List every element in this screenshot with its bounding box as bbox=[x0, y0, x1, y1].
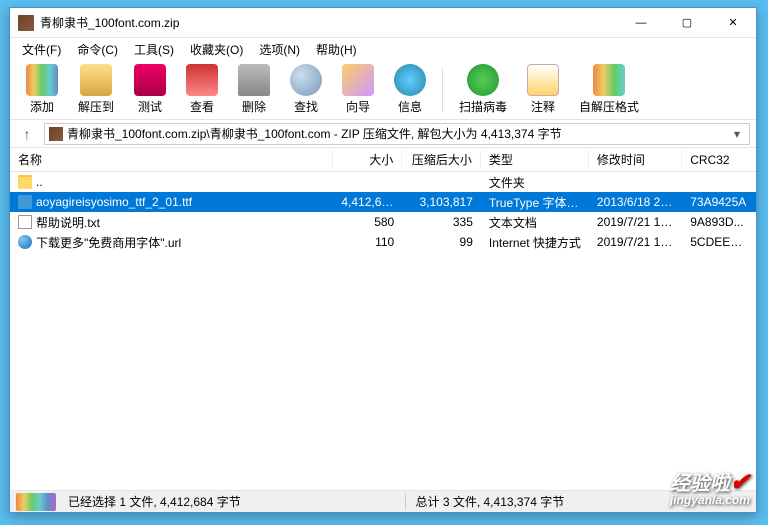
find-button[interactable]: 查找 bbox=[280, 62, 332, 117]
menu-help[interactable]: 帮助(H) bbox=[308, 39, 365, 60]
status-selection: 已经选择 1 文件, 4,412,684 字节 bbox=[62, 493, 406, 510]
add-button[interactable]: 添加 bbox=[16, 62, 68, 117]
file-row[interactable]: 帮助说明.txt 580 335 文本文档 2019/7/21 18... 9A… bbox=[10, 212, 756, 232]
sfx-button[interactable]: 自解压格式 bbox=[569, 62, 649, 117]
folder-icon bbox=[18, 175, 32, 189]
comment-button[interactable]: 注释 bbox=[517, 62, 569, 117]
parent-folder-row[interactable]: .. 文件夹 bbox=[10, 172, 756, 192]
menubar: 文件(F) 命令(C) 工具(S) 收藏夹(O) 选项(N) 帮助(H) bbox=[10, 38, 756, 60]
delete-button[interactable]: 删除 bbox=[228, 62, 280, 117]
maximize-button[interactable]: ▢ bbox=[664, 8, 710, 37]
test-icon bbox=[134, 64, 166, 96]
url-icon bbox=[18, 235, 32, 249]
test-button[interactable]: 测试 bbox=[124, 62, 176, 117]
up-button[interactable]: ↑ bbox=[16, 123, 38, 145]
extract-icon bbox=[80, 64, 112, 96]
toolbar: 添加 解压到 测试 查看 删除 查找 向导 信息 扫描病毒 注释 自解压格式 bbox=[10, 60, 756, 120]
toolbar-separator bbox=[442, 68, 443, 112]
address-dropdown-icon[interactable]: ▾ bbox=[729, 127, 745, 141]
column-headers: 名称 大小 压缩后大小 类型 修改时间 CRC32 bbox=[10, 148, 756, 172]
menu-tools[interactable]: 工具(S) bbox=[126, 39, 182, 60]
info-icon bbox=[394, 64, 426, 96]
find-icon bbox=[290, 64, 322, 96]
window-title: 青柳隶书_100font.com.zip bbox=[40, 14, 618, 31]
font-icon bbox=[18, 195, 32, 209]
minimize-button[interactable]: ― bbox=[618, 8, 664, 37]
header-packed[interactable]: 压缩后大小 bbox=[402, 151, 481, 168]
wizard-icon bbox=[342, 64, 374, 96]
header-size[interactable]: 大小 bbox=[333, 151, 402, 168]
header-crc[interactable]: CRC32 bbox=[682, 153, 756, 167]
archive-window: 青柳隶书_100font.com.zip ― ▢ ✕ 文件(F) 命令(C) 工… bbox=[9, 7, 757, 513]
menu-favorites[interactable]: 收藏夹(O) bbox=[182, 39, 251, 60]
addressbar: ↑ 青柳隶书_100font.com.zip\青柳隶书_100font.com … bbox=[10, 120, 756, 148]
status-total: 总计 3 文件, 4,413,374 字节 bbox=[406, 493, 757, 510]
titlebar: 青柳隶书_100font.com.zip ― ▢ ✕ bbox=[10, 8, 756, 38]
status-icon bbox=[16, 493, 56, 511]
scan-button[interactable]: 扫描病毒 bbox=[449, 62, 517, 117]
menu-options[interactable]: 选项(N) bbox=[251, 39, 308, 60]
address-path: 青柳隶书_100font.com.zip\青柳隶书_100font.com - … bbox=[67, 125, 725, 142]
window-controls: ― ▢ ✕ bbox=[618, 8, 756, 37]
app-icon bbox=[18, 15, 34, 31]
add-icon bbox=[26, 64, 58, 96]
header-date[interactable]: 修改时间 bbox=[589, 151, 682, 168]
comment-icon bbox=[527, 64, 559, 96]
archive-icon bbox=[49, 127, 63, 141]
menu-commands[interactable]: 命令(C) bbox=[69, 39, 126, 60]
delete-icon bbox=[238, 64, 270, 96]
sfx-icon bbox=[593, 64, 625, 96]
view-icon bbox=[186, 64, 218, 96]
scan-icon bbox=[467, 64, 499, 96]
view-button[interactable]: 查看 bbox=[176, 62, 228, 117]
statusbar: 已经选择 1 文件, 4,412,684 字节 总计 3 文件, 4,413,3… bbox=[10, 490, 756, 512]
close-button[interactable]: ✕ bbox=[710, 8, 756, 37]
address-field[interactable]: 青柳隶书_100font.com.zip\青柳隶书_100font.com - … bbox=[44, 123, 750, 145]
header-type[interactable]: 类型 bbox=[481, 151, 589, 168]
file-row[interactable]: 下载更多"免费商用字体".url 110 99 Internet 快捷方式 20… bbox=[10, 232, 756, 252]
info-button[interactable]: 信息 bbox=[384, 62, 436, 117]
file-row[interactable]: aoyagireisyosimo_ttf_2_01.ttf 4,412,684 … bbox=[10, 192, 756, 212]
text-file-icon bbox=[18, 215, 32, 229]
file-list: .. 文件夹 aoyagireisyosimo_ttf_2_01.ttf 4,4… bbox=[10, 172, 756, 490]
wizard-button[interactable]: 向导 bbox=[332, 62, 384, 117]
menu-file[interactable]: 文件(F) bbox=[14, 39, 69, 60]
extract-button[interactable]: 解压到 bbox=[68, 62, 124, 117]
header-name[interactable]: 名称 bbox=[10, 151, 333, 168]
